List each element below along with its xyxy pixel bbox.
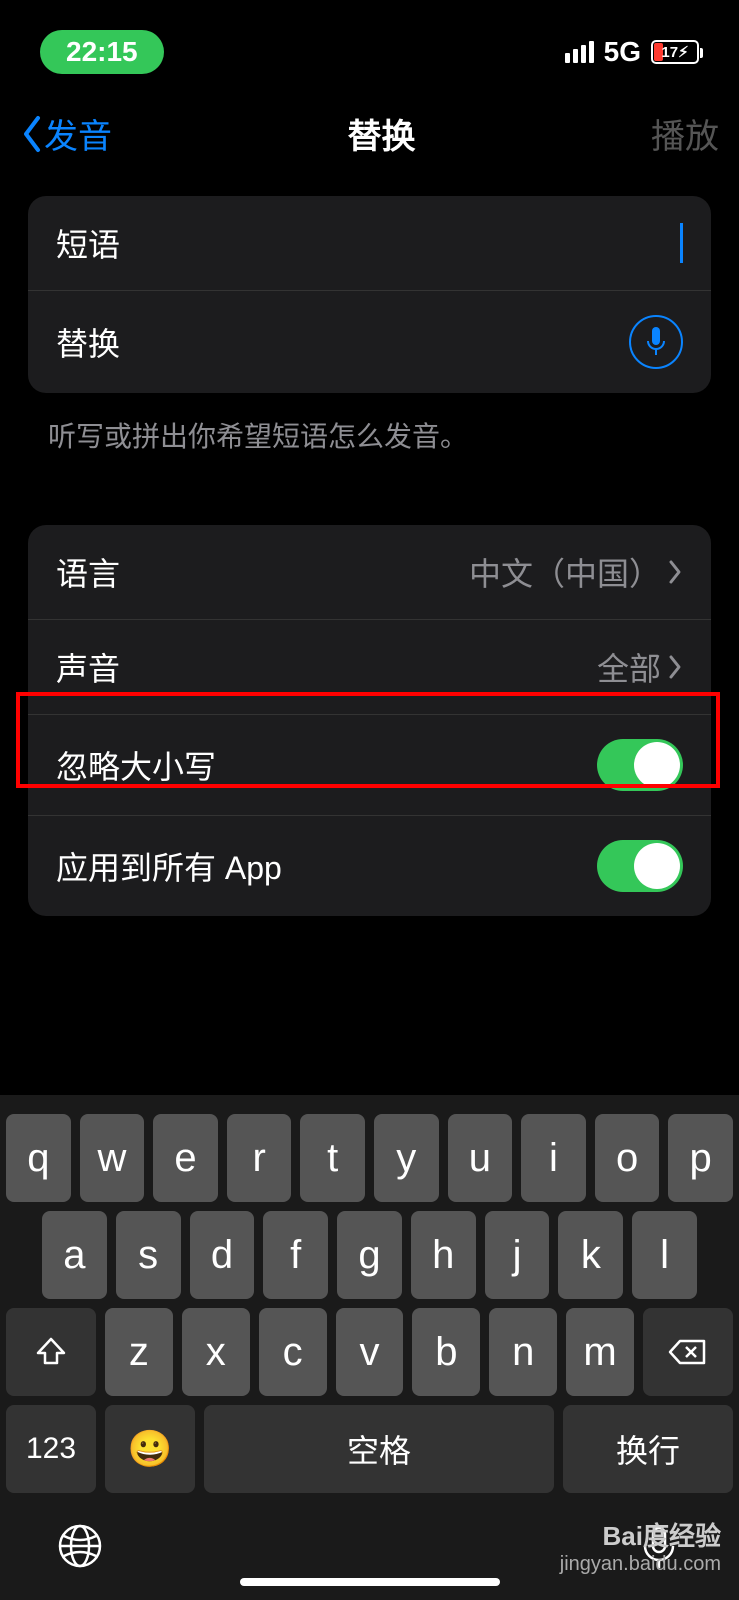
key-return[interactable]: 换行 [563,1405,733,1493]
key-l[interactable]: l [632,1211,697,1299]
input-group: 短语 替换 [28,196,711,393]
key-h[interactable]: h [411,1211,476,1299]
back-button[interactable]: 发音 [20,109,112,158]
language-label: 语言 [56,549,120,595]
key-d[interactable]: d [190,1211,255,1299]
key-s[interactable]: s [116,1211,181,1299]
language-row[interactable]: 语言 中文（中国） [28,525,711,620]
key-delete[interactable] [643,1308,733,1396]
page-title: 替换 [348,109,416,158]
key-m[interactable]: m [566,1308,634,1396]
apply-all-row: 应用到所有 App [28,816,711,916]
key-numbers[interactable]: 123 [6,1405,96,1493]
chevron-right-icon [667,558,683,586]
apply-all-label: 应用到所有 App [56,843,282,889]
watermark-brand: Bai度经验 [560,1516,721,1553]
key-shift[interactable] [6,1308,96,1396]
key-q[interactable]: q [6,1114,71,1202]
key-k[interactable]: k [558,1211,623,1299]
dictation-button[interactable] [629,315,683,369]
watermark-url: jingyan.baidu.com [560,1553,721,1576]
keyboard-row-3: z x c v b n m [6,1308,733,1396]
key-b[interactable]: b [412,1308,480,1396]
key-f[interactable]: f [263,1211,328,1299]
annotation-highlight [16,692,720,788]
key-y[interactable]: y [374,1114,439,1202]
phrase-input[interactable]: 短语 [28,196,711,291]
text-cursor [680,223,683,263]
key-w[interactable]: w [80,1114,145,1202]
helper-text: 听写或拼出你希望短语怎么发音。 [0,411,739,475]
key-u[interactable]: u [448,1114,513,1202]
key-o[interactable]: o [595,1114,660,1202]
key-e[interactable]: e [153,1114,218,1202]
signal-icon [565,41,594,63]
key-v[interactable]: v [336,1308,404,1396]
key-p[interactable]: p [668,1114,733,1202]
language-value: 中文（中国） [469,549,661,595]
microphone-icon [645,327,667,357]
back-label: 发音 [44,109,112,158]
network-label: 5G [604,36,641,68]
keyboard-row-2: a s d f g h j k l [6,1211,733,1299]
key-space[interactable]: 空格 [204,1405,554,1493]
keyboard-row-1: q w e r t y u i o p [6,1114,733,1202]
status-right: 5G 17⚡︎ [565,36,699,68]
delete-icon [668,1337,708,1367]
key-n[interactable]: n [489,1308,557,1396]
key-i[interactable]: i [521,1114,586,1202]
phrase-label: 短语 [56,220,120,266]
chevron-left-icon [20,114,44,154]
key-z[interactable]: z [105,1308,173,1396]
play-button[interactable]: 播放 [651,109,719,158]
key-x[interactable]: x [182,1308,250,1396]
status-time: 22:15 [40,30,164,74]
replace-label: 替换 [56,319,120,365]
voice-label: 声音 [56,644,120,690]
shift-icon [34,1335,68,1369]
key-t[interactable]: t [300,1114,365,1202]
status-bar: 22:15 5G 17⚡︎ [0,0,739,89]
battery-text: 17⚡︎ [653,43,697,61]
battery-icon: 17⚡︎ [651,40,699,64]
key-j[interactable]: j [485,1211,550,1299]
home-indicator[interactable] [240,1578,500,1586]
keyboard-row-4: 123 😀 空格 换行 [6,1405,733,1493]
key-c[interactable]: c [259,1308,327,1396]
key-r[interactable]: r [227,1114,292,1202]
key-emoji[interactable]: 😀 [105,1405,195,1493]
replace-input[interactable]: 替换 [28,291,711,393]
voice-value: 全部 [597,644,661,690]
watermark: Bai度经验 jingyan.baidu.com [560,1516,721,1576]
globe-icon[interactable] [56,1522,104,1570]
key-a[interactable]: a [42,1211,107,1299]
key-g[interactable]: g [337,1211,402,1299]
apply-all-toggle[interactable] [597,840,683,892]
chevron-right-icon [667,653,683,681]
nav-bar: 发音 替换 播放 [0,89,739,178]
